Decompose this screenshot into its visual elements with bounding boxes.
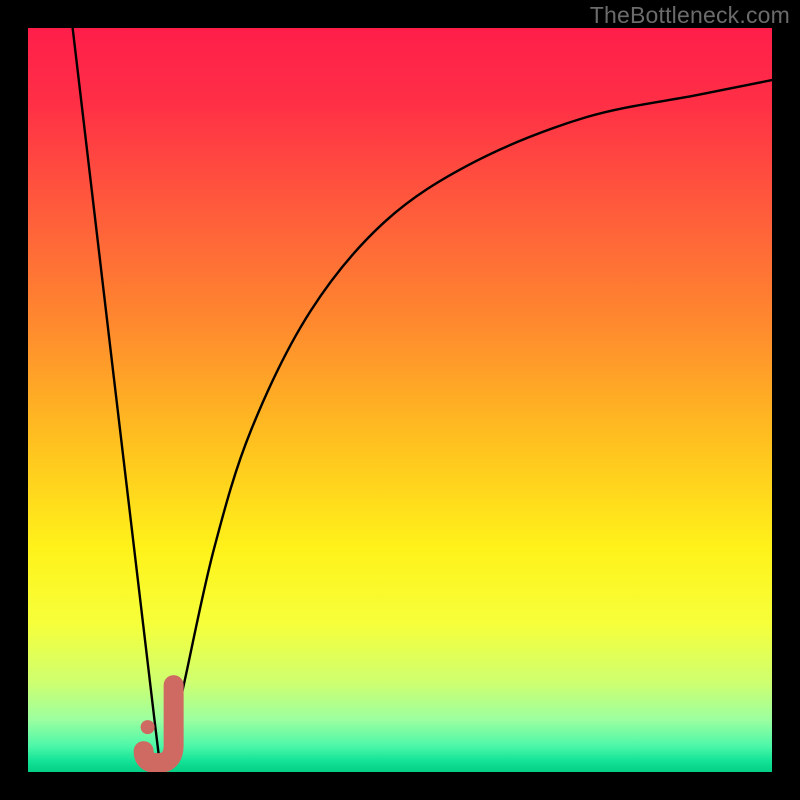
plot-area — [28, 28, 772, 772]
watermark-text: TheBottleneck.com — [590, 2, 790, 29]
chart-frame: TheBottleneck.com — [0, 0, 800, 800]
bottleneck-curve — [73, 28, 772, 772]
curve-layer — [28, 28, 772, 772]
marker-dot-icon — [141, 720, 155, 734]
